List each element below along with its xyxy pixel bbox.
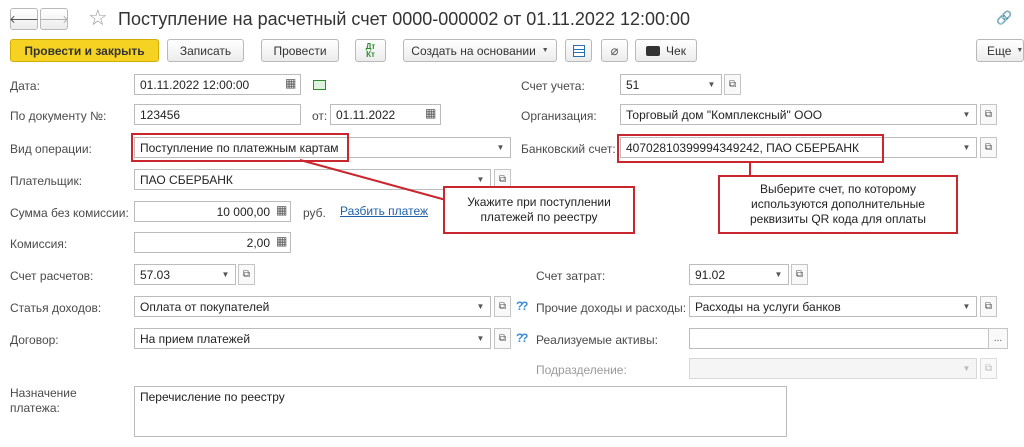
callout-qr-account: Выберите счет, по которому используются … xyxy=(718,175,958,234)
callout-registry-payments: Укажите при поступлении платежей по реес… xyxy=(443,186,635,234)
left-callout-arrow xyxy=(299,159,447,201)
